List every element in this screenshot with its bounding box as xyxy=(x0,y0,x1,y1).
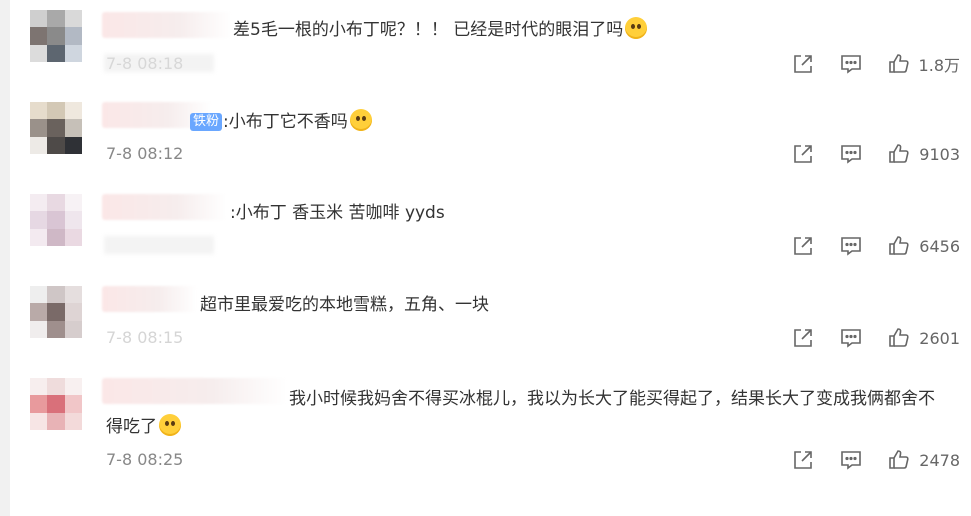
like-icon[interactable] xyxy=(887,448,911,472)
like-icon[interactable] xyxy=(887,142,911,166)
comment-icon[interactable] xyxy=(839,448,863,472)
emoji-icon xyxy=(349,109,372,131)
like-count: 6456 xyxy=(919,236,960,256)
share-icon[interactable] xyxy=(791,448,815,472)
comment-item: 我小时候我妈舍不得买冰棍儿，我以为长大了能买得起了，结果长大了变成我俩都舍不得吃… xyxy=(30,374,960,484)
fan-badge: 铁粉 xyxy=(190,113,223,131)
comment-item: 超市里最爱吃的本地雪糕，五角、一块 7-8 08:15 2601 xyxy=(30,282,960,366)
share-icon[interactable] xyxy=(791,142,815,166)
like-count: 9103 xyxy=(919,144,960,164)
comment-actions: 1.8万 xyxy=(767,52,960,76)
like-count: 1.8万 xyxy=(918,56,960,75)
avatar[interactable] xyxy=(30,102,82,154)
comment-time: 7-8 08:18 xyxy=(106,54,184,73)
comment-text: :小布丁 香玉米 苦咖啡 yyds xyxy=(230,203,445,223)
like-count: 2478 xyxy=(919,450,960,470)
comment-icon[interactable] xyxy=(839,142,863,166)
avatar[interactable] xyxy=(30,194,82,246)
comment-time: 7-8 08:12 xyxy=(106,144,184,163)
username-blurred[interactable] xyxy=(102,286,197,312)
emoji-icon xyxy=(625,17,648,39)
comment-time: 7-8 08:15 xyxy=(106,328,184,347)
like-icon[interactable] xyxy=(887,234,911,258)
share-icon[interactable] xyxy=(791,52,815,76)
avatar[interactable] xyxy=(30,286,82,338)
comment-text: 差5毛一根的小布丁呢？！！ 已经是时代的眼泪了吗 xyxy=(233,17,648,42)
comment-item: 铁粉:小布丁它不香吗 7-8 08:12 9103 xyxy=(30,98,960,182)
comment-actions: 2601 xyxy=(767,326,960,350)
like-count: 2601 xyxy=(919,328,960,348)
timestamp-blurred xyxy=(104,236,214,254)
left-border xyxy=(0,0,10,516)
comment-actions: 6456 xyxy=(767,234,960,258)
avatar[interactable] xyxy=(30,378,82,430)
comment-text: 铁粉:小布丁它不香吗 xyxy=(190,109,372,134)
like-icon[interactable] xyxy=(887,326,911,350)
username-blurred[interactable] xyxy=(102,194,227,220)
avatar[interactable] xyxy=(30,10,82,62)
comment-item: :小布丁 香玉米 苦咖啡 yyds 6456 xyxy=(30,190,960,274)
comment-time: 7-8 08:25 xyxy=(106,450,184,469)
comment-text: 超市里最爱吃的本地雪糕，五角、一块 xyxy=(200,295,489,315)
comment-icon[interactable] xyxy=(839,326,863,350)
comment-actions: 2478 xyxy=(767,448,960,472)
comment-item: 差5毛一根的小布丁呢？！！ 已经是时代的眼泪了吗 7-8 08:18 1.8万 xyxy=(30,8,960,90)
like-icon[interactable] xyxy=(887,52,911,76)
comment-icon[interactable] xyxy=(839,52,863,76)
comment-text: 我小时候我妈舍不得买冰棍儿，我以为长大了能买得起了，结果长大了变成我俩都舍不得吃… xyxy=(106,389,935,437)
comment-icon[interactable] xyxy=(839,234,863,258)
emoji-icon xyxy=(159,414,181,436)
username-blurred[interactable] xyxy=(102,12,232,38)
share-icon[interactable] xyxy=(791,326,815,350)
share-icon[interactable] xyxy=(791,234,815,258)
comment-actions: 9103 xyxy=(767,142,960,166)
